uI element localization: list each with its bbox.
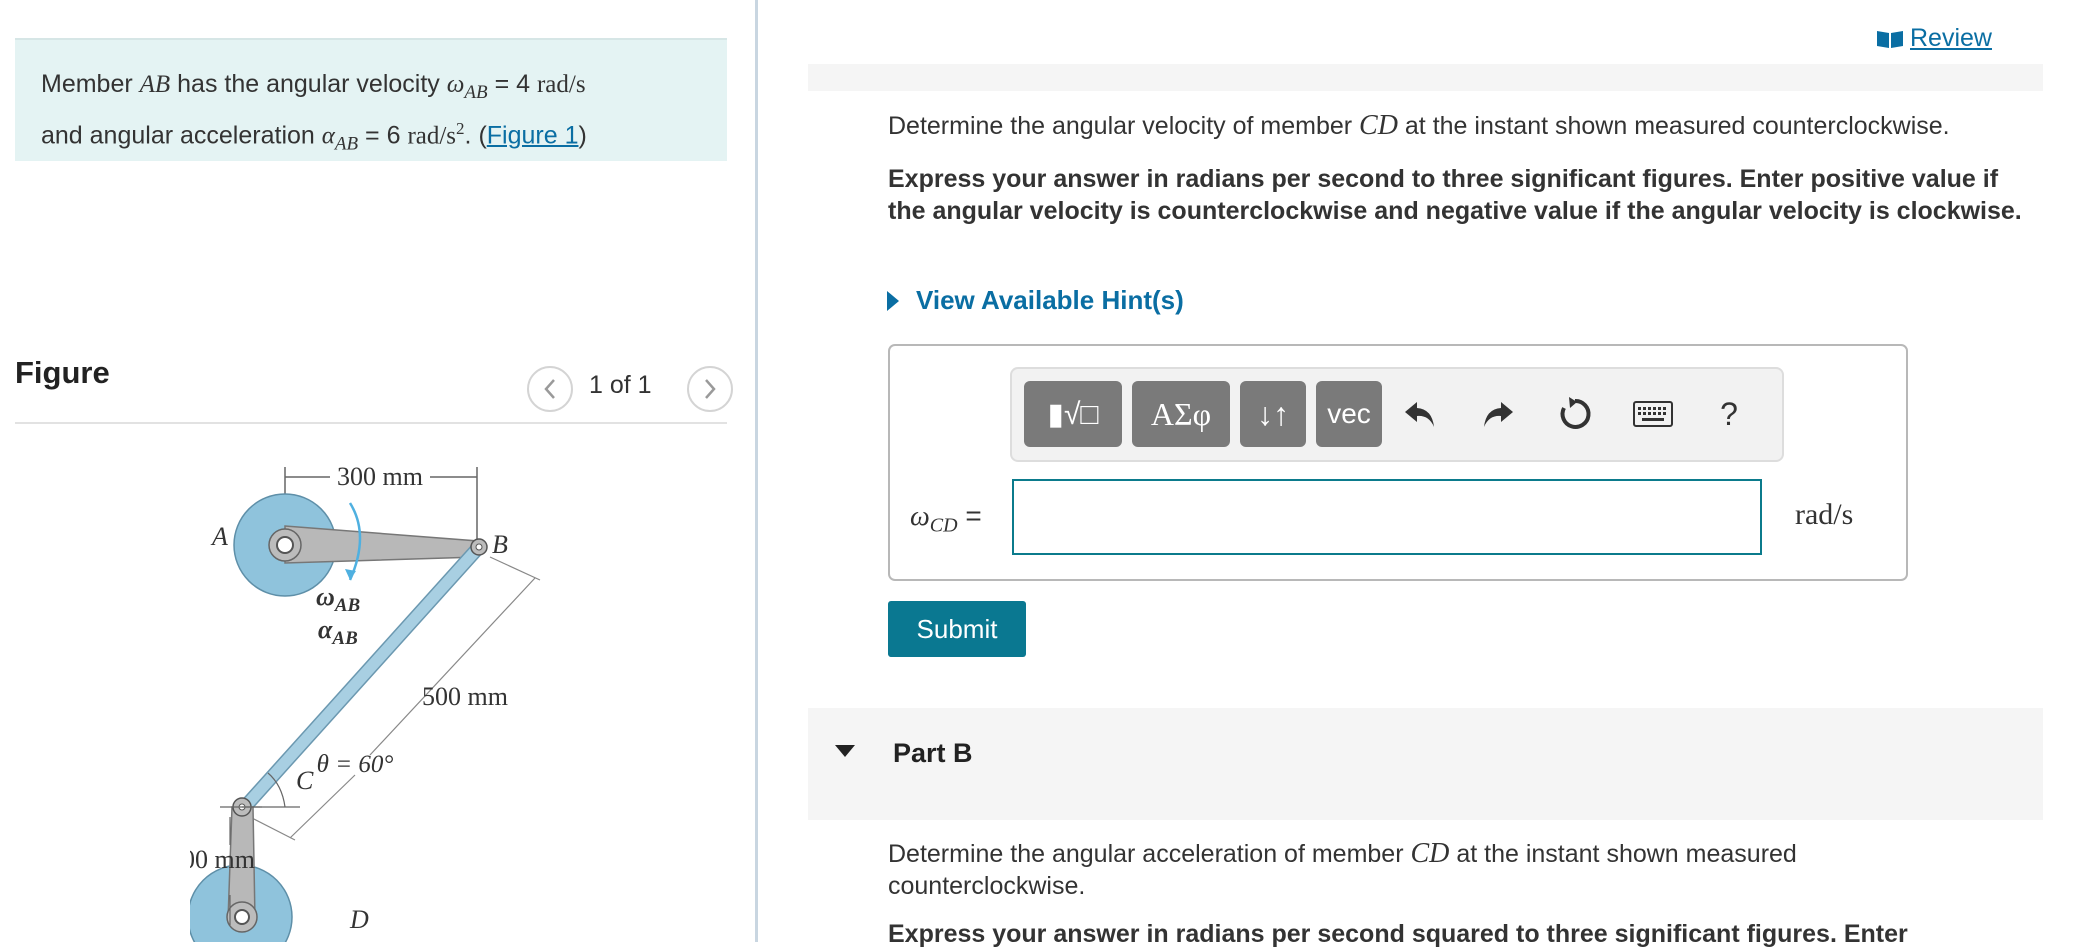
alpha-ab-label: αAB xyxy=(318,615,358,649)
equals-sign: = xyxy=(957,500,982,531)
problem-statement: Member AB has the angular velocity ωAB =… xyxy=(15,38,727,161)
arrows-button[interactable]: ↓↑ xyxy=(1240,381,1306,447)
undo-button[interactable] xyxy=(1397,389,1443,439)
redo-button[interactable] xyxy=(1475,389,1521,439)
part-a-question: Determine the angular velocity of member… xyxy=(888,110,1950,142)
omega-symbol: ω xyxy=(446,71,465,98)
mechanism-figure: 300 mm 500 mm θ = 60° 0 mm A B C D ωAB α… xyxy=(190,462,541,942)
omega-value: = 4 xyxy=(487,70,537,98)
pane-divider[interactable] xyxy=(755,0,758,942)
keyboard-button[interactable] xyxy=(1630,389,1676,439)
review-link[interactable]: Review xyxy=(1876,24,1992,53)
reset-icon xyxy=(1560,397,1591,429)
dimension-200-label: 200 mm xyxy=(190,845,255,874)
point-d-label: D xyxy=(349,905,369,934)
reset-button[interactable] xyxy=(1552,389,1598,439)
omega-ab-label: ωAB xyxy=(316,582,360,616)
undo-icon xyxy=(1405,402,1434,427)
answer-variable-subscript: CD xyxy=(929,514,958,537)
help-button[interactable]: ? xyxy=(1706,389,1752,439)
keyboard-icon xyxy=(1633,401,1673,427)
previous-figure-button[interactable] xyxy=(527,366,573,412)
greek-symbols-label: ΑΣφ xyxy=(1150,395,1212,432)
question-text: at the instant shown measured counterclo… xyxy=(1397,112,1950,140)
member-ab xyxy=(284,525,479,564)
alpha-symbol: α xyxy=(321,122,335,150)
omega-unit: rad/s xyxy=(536,71,586,98)
redo-icon xyxy=(1484,402,1513,427)
part-a-instructions: Express your answer in radians per secon… xyxy=(888,165,2022,225)
dimension-500-label: 500 mm xyxy=(422,682,508,711)
member-cd-symbol: CD xyxy=(1359,110,1398,141)
view-hints-label: View Available Hint(s) xyxy=(916,285,1184,315)
templates-label: ▮√□ xyxy=(1047,397,1099,431)
theta-label: θ = 60° xyxy=(317,751,394,778)
problem-text: Member xyxy=(41,70,140,98)
omega-subscript: AB xyxy=(464,82,488,103)
figure-divider xyxy=(15,422,727,424)
point-c-label: C xyxy=(296,766,314,795)
answer-input[interactable] xyxy=(1012,479,1762,555)
book-icon xyxy=(1877,30,1903,48)
alpha-subscript: AB xyxy=(334,133,359,155)
help-label: ? xyxy=(1720,395,1738,432)
member-cd-symbol: CD xyxy=(1410,838,1450,869)
alpha-unit: rad/s xyxy=(407,122,457,150)
figure-link[interactable]: Figure 1 xyxy=(487,121,579,149)
alpha-unit-exponent: 2 xyxy=(456,119,465,138)
part-b-header-band[interactable] xyxy=(808,708,2043,820)
submit-button[interactable]: Submit xyxy=(888,601,1026,657)
answer-variable-label: ωCD = xyxy=(910,500,982,538)
vector-label: vec xyxy=(1327,398,1371,429)
caret-down-icon[interactable] xyxy=(834,744,856,758)
part-b-instructions: Express your answer in radians per secon… xyxy=(888,920,1908,948)
alpha-value: = 6 xyxy=(358,121,408,150)
templates-button[interactable]: ▮√□ xyxy=(1024,381,1122,447)
left-pane: Member AB has the angular velocity ωAB =… xyxy=(0,0,755,942)
arrows-label: ↓↑ xyxy=(1257,395,1289,432)
dimension-300-label: 300 mm xyxy=(337,462,423,491)
question-text: Determine the angular acceleration of me… xyxy=(888,840,1411,868)
next-figure-button[interactable] xyxy=(687,366,733,412)
problem-text: and angular acceleration xyxy=(41,121,322,150)
pin-d-hole xyxy=(234,909,250,925)
problem-line-1: Member AB has the angular velocity ωAB =… xyxy=(41,66,701,111)
problem-line-2: and angular acceleration αAB = 6 rad/s2.… xyxy=(41,111,701,162)
review-label: Review xyxy=(1910,24,1992,52)
problem-text: . ( xyxy=(464,121,487,150)
part-b-title: Part B xyxy=(893,738,973,768)
submit-label: Submit xyxy=(916,613,998,644)
point-b-label: B xyxy=(492,530,508,559)
figure-page-count: 1 of 1 xyxy=(589,371,652,399)
pin-b-hole xyxy=(475,543,483,551)
problem-text: ) xyxy=(578,121,587,150)
question-text: Determine the angular velocity of member xyxy=(888,112,1360,140)
point-a-label: A xyxy=(210,522,228,551)
caret-right-icon xyxy=(887,290,899,311)
math-toolbar: ▮√□ ΑΣφ ↓↑ vec ? xyxy=(1010,367,1784,462)
greek-symbols-button[interactable]: ΑΣφ xyxy=(1132,381,1230,447)
part-b-question: Determine the angular acceleration of me… xyxy=(888,838,1888,902)
chevron-right-icon xyxy=(705,379,716,399)
answer-unit: rad/s xyxy=(1795,498,1854,531)
member-ab-symbol: AB xyxy=(139,71,171,98)
problem-text: has the angular velocity xyxy=(170,70,447,98)
part-a-header-band xyxy=(808,64,2043,91)
view-hints-toggle[interactable]: View Available Hint(s) xyxy=(886,285,1184,316)
pin-a-hole xyxy=(276,536,294,554)
vector-button[interactable]: vec xyxy=(1316,381,1382,447)
chevron-left-icon xyxy=(544,379,555,399)
omega-symbol: ω xyxy=(910,501,930,532)
figure-heading: Figure xyxy=(15,355,110,390)
